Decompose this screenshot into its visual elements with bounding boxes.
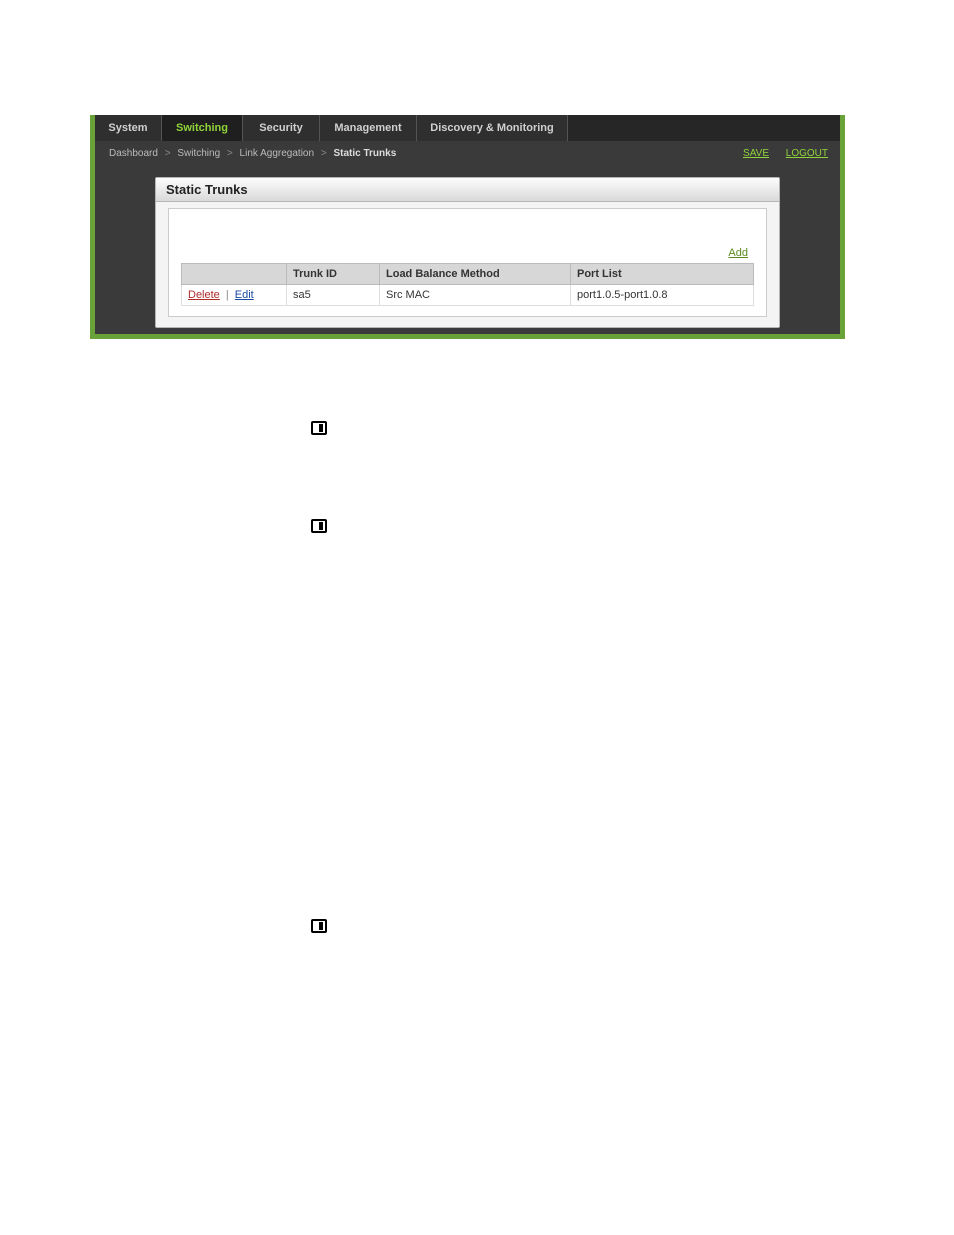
panel-title: Static Trunks (156, 178, 779, 202)
note-marker-icon (311, 919, 327, 933)
delete-link[interactable]: Delete (188, 289, 220, 301)
col-load-balance: Load Balance Method (380, 264, 571, 285)
tab-switching[interactable]: Switching (162, 115, 243, 141)
tab-security[interactable]: Security (243, 115, 320, 141)
header-actions: SAVE LOGOUT (729, 148, 828, 159)
breadcrumb-switching[interactable]: Switching (177, 148, 220, 159)
breadcrumb-sep: > (321, 148, 327, 159)
panel-body: Add Trunk ID Load Balance Method Port Li… (168, 208, 767, 317)
tab-management[interactable]: Management (320, 115, 417, 141)
main-tabs: System Switching Security Management Dis… (95, 115, 840, 141)
breadcrumb: Dashboard > Switching > Link Aggregation… (107, 148, 398, 159)
col-port-list: Port List (571, 264, 754, 285)
save-link[interactable]: SAVE (743, 148, 769, 159)
app-window: System Switching Security Management Dis… (90, 115, 845, 339)
edit-link[interactable]: Edit (235, 289, 254, 301)
table-row: Delete | Edit sa5 Src MAC port1.0.5-port… (182, 285, 754, 306)
cell-trunk-id: sa5 (287, 285, 380, 306)
row-actions: Delete | Edit (188, 289, 254, 301)
cell-port-list: port1.0.5-port1.0.8 (571, 285, 754, 306)
col-actions (182, 264, 287, 285)
col-trunk-id: Trunk ID (287, 264, 380, 285)
logout-link[interactable]: LOGOUT (786, 148, 828, 159)
note-marker-icon (311, 421, 327, 435)
tab-system[interactable]: System (95, 115, 162, 141)
action-divider: | (226, 289, 229, 301)
static-trunks-panel: Static Trunks Add Trunk ID Load Balance … (155, 177, 780, 328)
add-link[interactable]: Add (728, 247, 748, 259)
note-marker-icon (311, 519, 327, 533)
breadcrumb-dashboard[interactable]: Dashboard (109, 148, 158, 159)
breadcrumb-sep: > (227, 148, 233, 159)
tab-discovery[interactable]: Discovery & Monitoring (417, 115, 568, 141)
breadcrumb-linkagg[interactable]: Link Aggregation (240, 148, 315, 159)
breadcrumb-bar: Dashboard > Switching > Link Aggregation… (95, 141, 840, 165)
breadcrumb-current: Static Trunks (333, 148, 396, 159)
cell-load-balance: Src MAC (380, 285, 571, 306)
breadcrumb-sep: > (165, 148, 171, 159)
trunks-table: Trunk ID Load Balance Method Port List D… (181, 263, 754, 306)
